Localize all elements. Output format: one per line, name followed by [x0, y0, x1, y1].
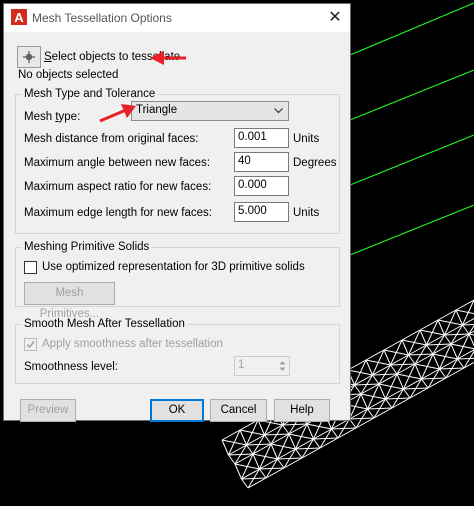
annotation-overlay — [99, 51, 186, 123]
red-arrow-icon — [150, 51, 186, 65]
red-arrow-icon — [99, 104, 136, 123]
